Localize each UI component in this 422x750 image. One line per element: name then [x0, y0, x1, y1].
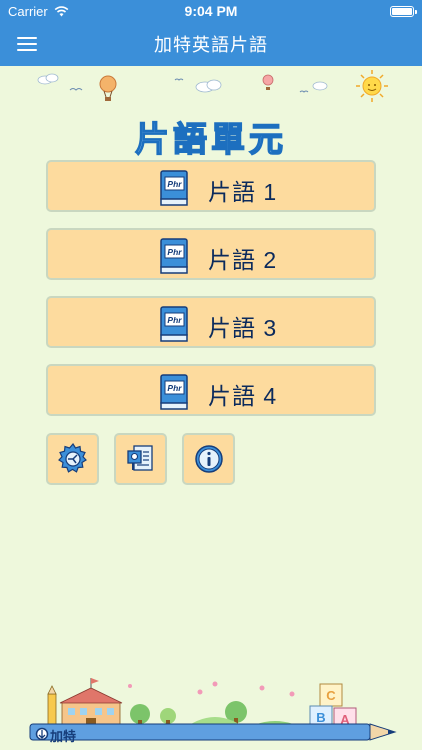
ground-pencil-bar	[29, 723, 397, 741]
unit-label: 片語 3	[208, 315, 278, 341]
brand-logo-icon	[35, 727, 49, 741]
carrier-label: Carrier	[8, 3, 48, 19]
unit-button-3[interactable]: Phr 片語 3	[46, 296, 376, 348]
book-icon-label: Phr	[167, 179, 182, 189]
info-icon	[194, 445, 223, 473]
footer-brand-label: 加特	[50, 729, 77, 744]
book-icon-label: Phr	[167, 247, 182, 257]
section-title: 片語單元	[134, 120, 287, 160]
phrase-book-icon: Phr	[160, 238, 188, 274]
hamburger-menu-icon[interactable]	[16, 34, 38, 54]
svg-text:B: B	[316, 710, 325, 725]
nav-title: 加特英語片語	[154, 35, 268, 55]
battery-icon	[390, 5, 417, 17]
unit-label: 片語 4	[208, 383, 278, 409]
unit-button-2[interactable]: Phr 片語 2	[46, 228, 376, 280]
phrase-book-icon: Phr	[160, 306, 188, 342]
decorative-sky-strip	[37, 70, 388, 102]
phrase-book-icon: Phr	[160, 374, 188, 410]
svg-text:C: C	[326, 688, 336, 703]
unit-label: 片語 2	[208, 247, 278, 273]
unit-label: 片語 1	[208, 179, 278, 205]
hot-air-balloon-icon	[99, 74, 274, 101]
document-search-button[interactable]	[114, 433, 167, 485]
phrase-book-icon: Phr	[160, 170, 188, 206]
book-icon-label: Phr	[167, 315, 182, 325]
unit-button-4[interactable]: Phr 片語 4	[46, 364, 376, 416]
wifi-icon	[54, 5, 69, 16]
nav-bar: 加特英語片語	[0, 22, 422, 66]
info-button[interactable]	[182, 433, 235, 485]
abc-blocks-icon: C B A	[309, 683, 357, 731]
sun-icon	[356, 70, 388, 102]
flower-icon	[128, 681, 295, 697]
document-search-icon	[126, 445, 153, 471]
settings-gear-icon	[57, 442, 87, 473]
unit-button-1[interactable]: Phr 片語 1	[46, 160, 376, 212]
status-bar: Carrier 9:04 PM	[0, 0, 422, 22]
book-icon-label: Phr	[167, 383, 182, 393]
status-left: Carrier	[8, 4, 69, 19]
settings-button[interactable]	[46, 433, 99, 485]
